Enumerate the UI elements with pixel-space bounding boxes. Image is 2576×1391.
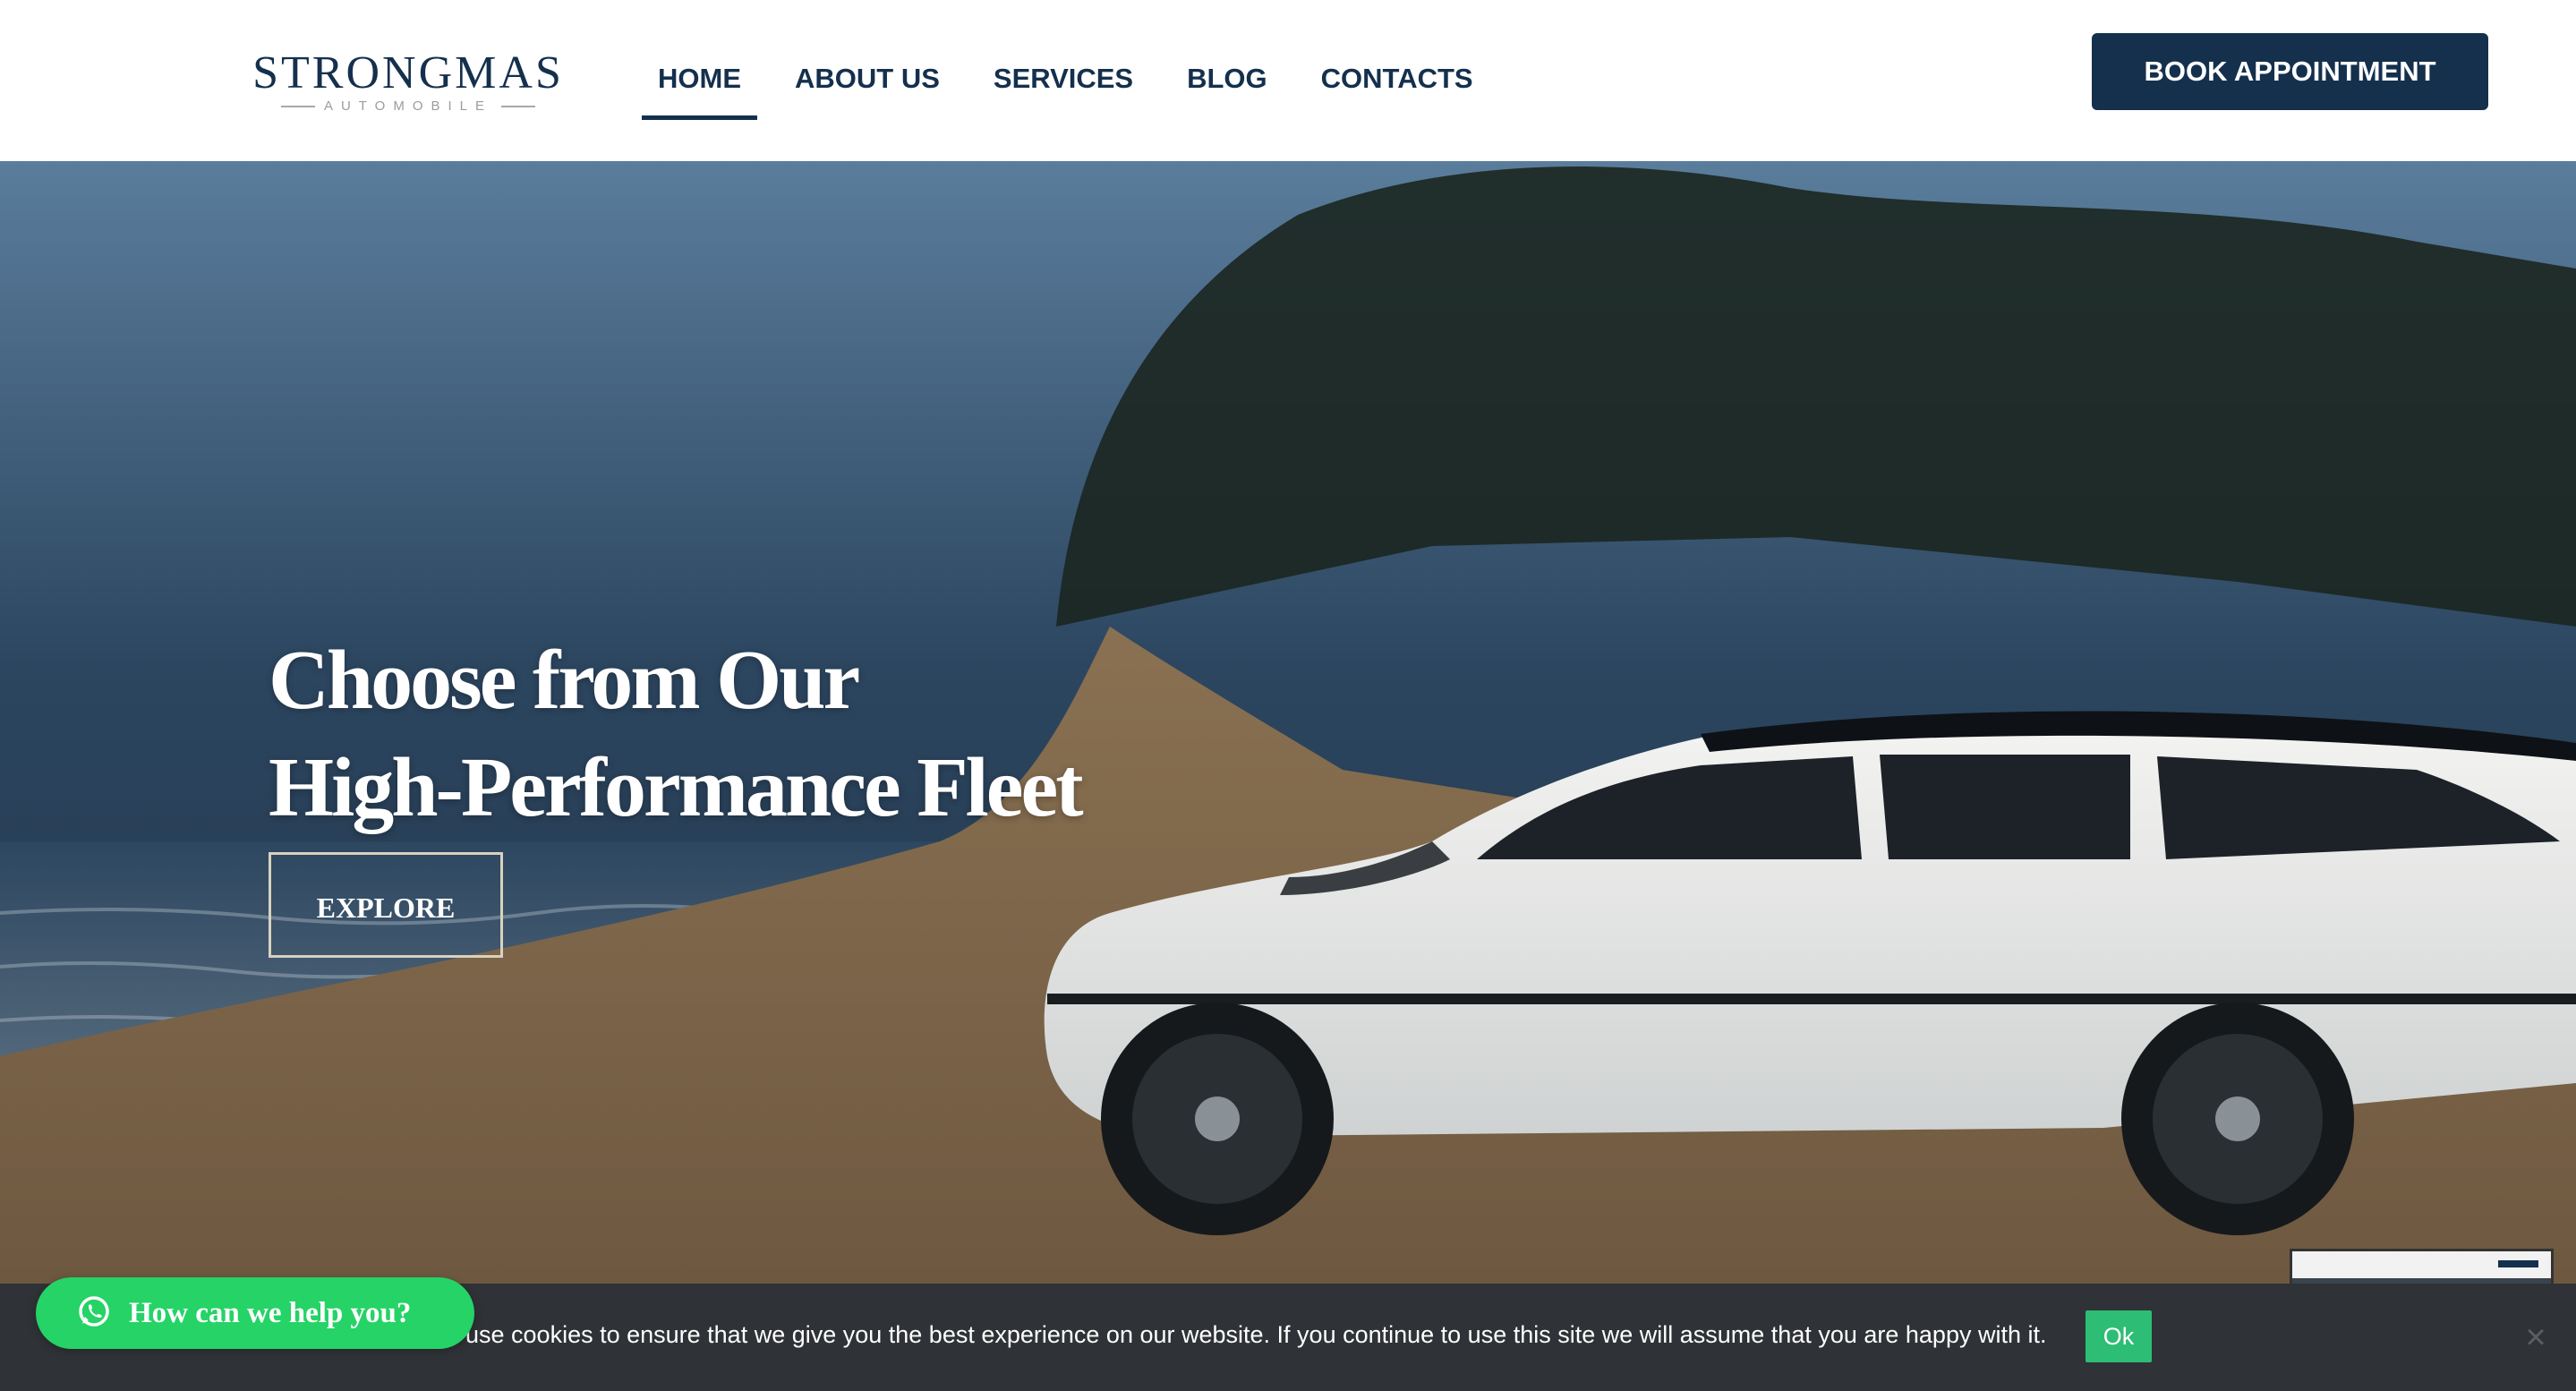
site-logo[interactable]: STRONGMAS AUTOMOBILE: [247, 47, 569, 115]
page-preview-thumbnail[interactable]: [2290, 1249, 2554, 1284]
site-header: STRONGMAS AUTOMOBILE HOME ABOUT US SERVI…: [0, 0, 2576, 161]
whatsapp-chat-button[interactable]: How can we help you?: [36, 1277, 474, 1349]
nav-home[interactable]: HOME: [631, 55, 768, 120]
cookie-ok-button[interactable]: Ok: [2086, 1310, 2152, 1362]
cookie-message: use cookies to ensure that we give you t…: [465, 1321, 2047, 1348]
hero-banner: Choose from Our High-Performance Fleet E…: [0, 161, 2576, 1284]
nav-about-us[interactable]: ABOUT US: [768, 55, 967, 120]
book-appointment-button[interactable]: BOOK APPOINTMENT: [2092, 33, 2488, 110]
nav-services[interactable]: SERVICES: [967, 55, 1160, 120]
whatsapp-label: How can we help you?: [129, 1296, 412, 1329]
nav-contacts[interactable]: CONTACTS: [1294, 55, 1500, 120]
explore-button[interactable]: EXPLORE: [269, 852, 503, 958]
preview-image: [2292, 1251, 2551, 1284]
logo-subtitle: AUTOMOBILE: [247, 98, 569, 114]
logo-wordmark: STRONGMAS: [252, 47, 564, 98]
logo-rule-right: [501, 105, 536, 107]
close-icon[interactable]: ×: [2521, 1319, 2550, 1355]
nav-blog[interactable]: BLOG: [1160, 55, 1294, 120]
hero-title-line-1: Choose from Our: [269, 634, 860, 727]
main-nav: HOME ABOUT US SERVICES BLOG CONTACTS: [631, 55, 1500, 120]
hero-title: Choose from Our High-Performance Fleet: [269, 627, 1084, 841]
whatsapp-icon: [77, 1294, 111, 1333]
logo-rule-left: [280, 105, 315, 107]
hero-title-line-2: High-Performance Fleet: [269, 741, 1084, 834]
logo-subtitle-text: AUTOMOBILE: [323, 98, 493, 114]
